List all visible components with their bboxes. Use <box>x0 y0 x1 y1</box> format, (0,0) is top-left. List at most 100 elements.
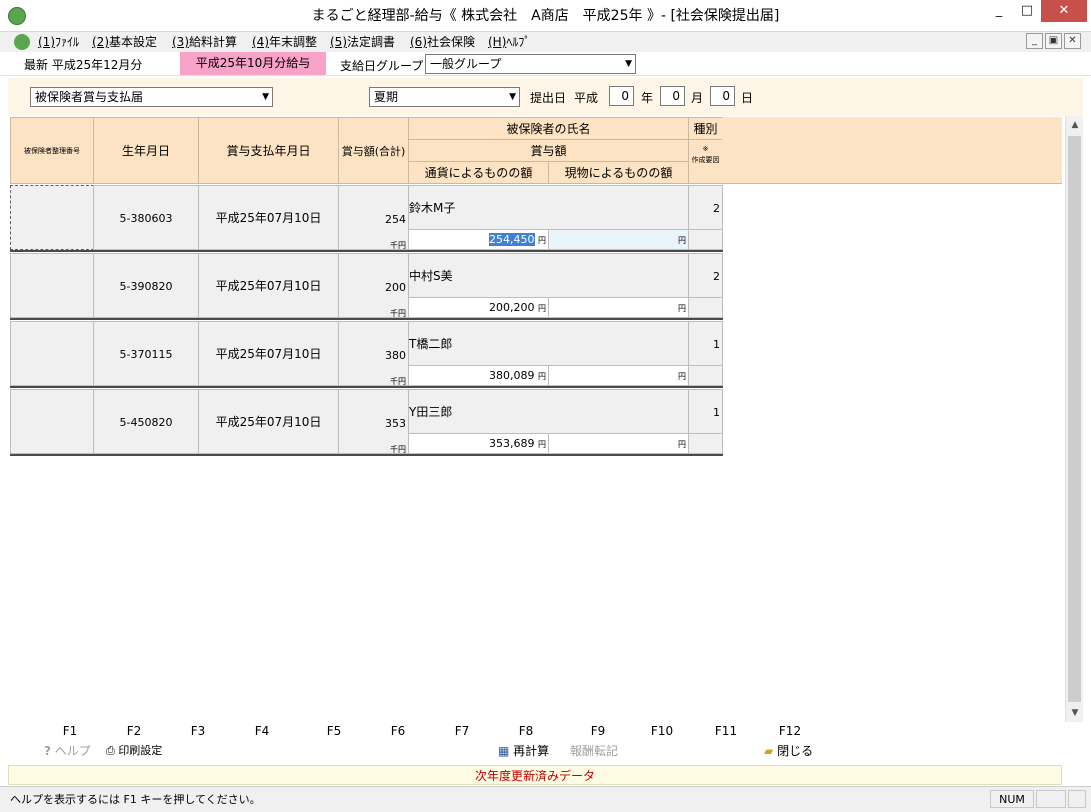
total-value: 200 <box>385 281 406 294</box>
menu-social-insurance[interactable]: (6)社会保険 <box>410 32 475 52</box>
birth-cell[interactable]: 5-370115 <box>93 321 199 386</box>
pay-date-cell[interactable]: 平成25年07月10日 <box>198 253 339 318</box>
latest-period-label: 最新 平成25年12月分 <box>24 58 143 72</box>
header-type: 種別 <box>688 117 723 140</box>
submit-day-input[interactable]: 0 <box>710 86 735 106</box>
f2-print-settings-button[interactable]: ⎙ 印刷設定 <box>106 742 162 760</box>
pay-date-cell[interactable]: 平成25年07月10日 <box>198 321 339 386</box>
vertical-scrollbar[interactable]: ▲ ▼ <box>1065 116 1083 722</box>
insured-no-cell[interactable] <box>10 321 94 386</box>
submit-month-input[interactable]: 0 <box>660 86 685 106</box>
type-cell[interactable]: 1 <box>688 321 723 366</box>
currency-cell[interactable]: 254,450 円 <box>408 229 549 250</box>
name-cell[interactable]: Y田三郎 <box>408 389 689 434</box>
help-label: ヘルプ <box>54 744 91 758</box>
menu-file[interactable]: (1)ﾌｧｲﾙ <box>38 32 79 52</box>
group-select[interactable]: 一般グループ ▼ <box>425 54 636 74</box>
menu-legal-reports[interactable]: (5)法定調書 <box>330 32 395 52</box>
note-cell[interactable] <box>688 297 723 318</box>
form-type-select[interactable]: 被保険者賞与支払届 ▼ <box>30 87 273 107</box>
menu-bar <box>0 32 1091 52</box>
total-cell[interactable]: 254 千円 <box>338 185 409 250</box>
unit-thousand: 千円 <box>390 241 406 250</box>
name-cell[interactable]: 中村S美 <box>408 253 689 298</box>
season-select[interactable]: 夏期 ▼ <box>369 87 520 107</box>
menu-year-end[interactable]: (4)年末調整 <box>252 32 317 52</box>
close-button[interactable]: ✕ <box>1041 0 1087 22</box>
kind-cell[interactable]: 円 <box>548 229 689 250</box>
maximize-button[interactable]: □ <box>1013 0 1041 22</box>
child-minimize-button[interactable]: _ <box>1026 33 1043 49</box>
recalc-label: 再計算 <box>513 744 550 758</box>
birth-cell[interactable]: 5-390820 <box>93 253 199 318</box>
pay-date-cell[interactable]: 平成25年07月10日 <box>198 389 339 454</box>
scroll-down-icon[interactable]: ▼ <box>1066 704 1084 722</box>
unit-thousand: 千円 <box>390 377 406 386</box>
insured-no-cell[interactable] <box>10 185 94 250</box>
total-cell[interactable]: 380 千円 <box>338 321 409 386</box>
fkey-label: F3 <box>190 724 206 738</box>
header-pay-date: 賞与支払年月日 <box>198 117 339 184</box>
note-label: 作成要因 <box>691 156 720 164</box>
year-label: 年 <box>641 91 654 105</box>
status-pane <box>1068 790 1086 808</box>
unit-yen: 円 <box>678 304 686 313</box>
kind-cell[interactable]: 円 <box>548 433 689 454</box>
f1-help-button[interactable]: ? ヘルプ <box>44 742 91 760</box>
table-row[interactable]: 5-390820 平成25年07月10日 200 千円 中村S美 200,200… <box>10 253 723 320</box>
table-row[interactable]: 5-370115 平成25年07月10日 380 千円 T橋二郎 380,089… <box>10 321 723 388</box>
header-name: 被保険者の氏名 <box>408 117 689 140</box>
name-cell[interactable]: T橋二郎 <box>408 321 689 366</box>
num-lock-indicator: NUM <box>990 790 1034 808</box>
f12-close-button[interactable]: ▰ 閉じる <box>764 742 813 760</box>
header-note: ※ 作成要因 <box>688 139 723 184</box>
birth-cell[interactable]: 5-380603 <box>93 185 199 250</box>
fkey-label: F7 <box>454 724 470 738</box>
currency-value: 254,450 <box>489 233 535 246</box>
type-cell[interactable]: 2 <box>688 253 723 298</box>
group-label: 支給日グループ <box>340 59 424 73</box>
table-row[interactable]: 5-450820 平成25年07月10日 353 千円 Y田三郎 353,689… <box>10 389 723 456</box>
fkey-label: F6 <box>390 724 406 738</box>
fkey-label: F5 <box>326 724 342 738</box>
note-cell[interactable] <box>688 433 723 454</box>
insured-no-cell[interactable] <box>10 389 94 454</box>
f9-transfer-button[interactable]: 報酬転記 <box>570 742 618 760</box>
header-filler <box>722 117 1062 184</box>
total-cell[interactable]: 353 千円 <box>338 389 409 454</box>
type-cell[interactable]: 1 <box>688 389 723 434</box>
scroll-thumb[interactable] <box>1068 136 1081 702</box>
submit-year-input[interactable]: 0 <box>609 86 634 106</box>
insured-no-cell[interactable] <box>10 253 94 318</box>
minimize-button[interactable]: _ <box>985 0 1013 22</box>
group-select-value: 一般グループ <box>430 57 502 71</box>
kind-cell[interactable]: 円 <box>548 365 689 386</box>
fkey-label: F4 <box>254 724 270 738</box>
total-cell[interactable]: 200 千円 <box>338 253 409 318</box>
scroll-up-icon[interactable]: ▲ <box>1066 116 1084 134</box>
currency-cell[interactable]: 353,689 円 <box>408 433 549 454</box>
child-close-button[interactable]: ✕ <box>1064 33 1081 49</box>
menu-help[interactable]: (H)ﾍﾙﾌﾟ <box>488 32 530 52</box>
app-menu-icon[interactable] <box>14 34 30 50</box>
note-cell[interactable] <box>688 229 723 250</box>
birth-cell[interactable]: 5-450820 <box>93 389 199 454</box>
currency-cell[interactable]: 380,089 円 <box>408 365 549 386</box>
pay-date-cell[interactable]: 平成25年07月10日 <box>198 185 339 250</box>
type-cell[interactable]: 2 <box>688 185 723 230</box>
f8-recalc-button[interactable]: ▦ 再計算 <box>498 742 549 760</box>
table-row[interactable]: 5-380603 平成25年07月10日 254 千円 鈴木M子 254,450… <box>10 185 723 252</box>
menu-salary-calc[interactable]: (3)給料計算 <box>172 32 237 52</box>
era-label: 平成 <box>574 91 599 105</box>
menu-basic-settings[interactable]: (2)基本設定 <box>92 32 157 52</box>
child-restore-button[interactable]: ▣ <box>1045 33 1062 49</box>
unit-yen: 円 <box>538 304 546 313</box>
header-bonus: 賞与額 <box>408 139 689 162</box>
status-pane <box>1036 790 1066 808</box>
note-cell[interactable] <box>688 365 723 386</box>
currency-cell[interactable]: 200,200 円 <box>408 297 549 318</box>
unit-thousand: 千円 <box>390 445 406 454</box>
kind-cell[interactable]: 円 <box>548 297 689 318</box>
name-cell[interactable]: 鈴木M子 <box>408 185 689 230</box>
calculator-icon: ▦ <box>498 744 510 758</box>
